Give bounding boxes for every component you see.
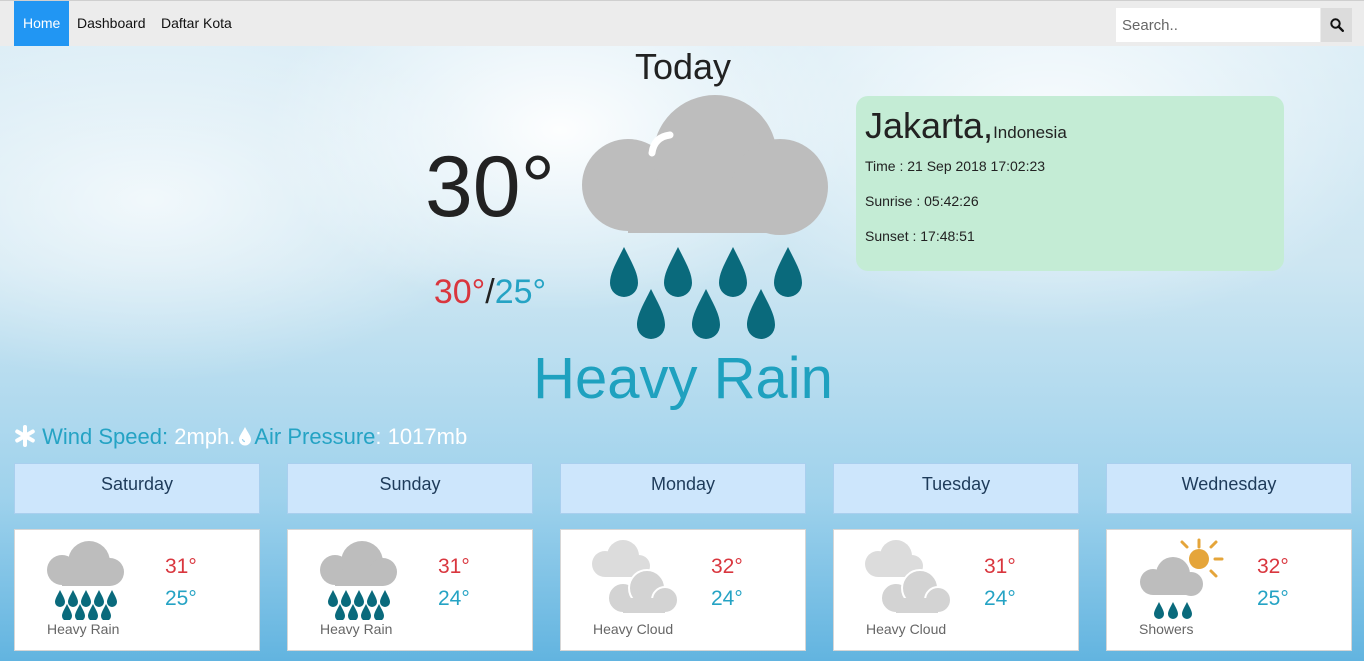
forecast-card-sunday: 31° 24° Heavy Rain [287, 529, 533, 651]
today-high-low: 30°/25° [410, 273, 570, 312]
showers-icon [1140, 538, 1224, 619]
droplet-icon [239, 427, 252, 446]
forecast-day-tuesday[interactable]: Tuesday [833, 463, 1079, 514]
search-icon [1329, 18, 1344, 32]
forecast-condition: Heavy Rain [47, 621, 120, 637]
forecast-day-monday[interactable]: Monday [560, 463, 806, 514]
local-time: Time : 21 Sep 2018 17:02:23 [865, 158, 1046, 174]
forecast-card-tuesday: 31° 24° Heavy Cloud [833, 529, 1079, 651]
wind-icon [15, 425, 35, 447]
today-low: 25° [494, 273, 547, 311]
forecast-high: 31° [165, 555, 197, 578]
country-name: Indonesia [993, 123, 1067, 142]
forecast-condition: Heavy Rain [320, 621, 393, 637]
wind-speed-label: Wind Speed: [42, 424, 169, 449]
heavy-rain-icon [320, 541, 397, 620]
wind-speed-value: 2mph. [174, 424, 236, 449]
search-button[interactable] [1321, 8, 1352, 42]
forecast-low: 24° [438, 587, 470, 610]
forecast-day-sunday[interactable]: Sunday [287, 463, 533, 514]
forecast-day-saturday[interactable]: Saturday [14, 463, 260, 514]
air-pressure-value: 1017mb [387, 424, 468, 449]
nav-home[interactable]: Home [14, 1, 70, 46]
heavy-rain-icon [582, 95, 828, 339]
forecast-low: 25° [1257, 587, 1289, 610]
nav-dashboard[interactable]: Dashboard [68, 1, 155, 46]
high-low-separator: / [485, 273, 495, 311]
forecast-condition: Heavy Cloud [866, 621, 947, 637]
heavy-cloud-icon [592, 540, 679, 614]
sunrise-time: Sunrise : 05:42:26 [865, 193, 979, 209]
today-heading: Today [634, 46, 732, 87]
current-temperature: 30° [424, 139, 556, 235]
location-card: Jakarta,Indonesia Time : 21 Sep 2018 17:… [856, 96, 1284, 271]
nav-daftar-kota[interactable]: Daftar Kota [152, 1, 241, 46]
forecast-card-wednesday: 32° 25° Showers [1106, 529, 1352, 651]
forecast-day-wednesday[interactable]: Wednesday [1106, 463, 1352, 514]
forecast-high: 32° [711, 555, 743, 578]
heavy-cloud-icon [865, 540, 952, 614]
air-pressure-label: Air Pressure [254, 424, 376, 449]
search-input[interactable] [1116, 8, 1320, 42]
city-name: Jakarta, [865, 105, 994, 146]
forecast-high: 31° [984, 555, 1016, 578]
sunset-time: Sunset : 17:48:51 [865, 228, 975, 244]
air-pressure-separator: : [375, 424, 382, 449]
forecast-condition: Heavy Cloud [593, 621, 674, 637]
forecast-low: 24° [984, 587, 1016, 610]
forecast-low: 24° [711, 587, 743, 610]
forecast-card-monday: 32° 24° Heavy Cloud [560, 529, 806, 651]
forecast-high: 32° [1257, 555, 1289, 578]
forecast-high: 31° [438, 555, 470, 578]
weather-stats: Wind Speed: 2mph. Air Pressure: 1017mb [14, 424, 467, 450]
today-condition: Heavy Rain [533, 346, 833, 411]
navbar: Home Dashboard Daftar Kota [0, 0, 1364, 46]
today-high: 30° [433, 273, 486, 311]
forecast-low: 25° [165, 587, 197, 610]
forecast-condition: Showers [1139, 621, 1194, 637]
heavy-rain-icon [47, 541, 124, 620]
forecast-card-saturday: 31° 25° Heavy Rain [14, 529, 260, 651]
